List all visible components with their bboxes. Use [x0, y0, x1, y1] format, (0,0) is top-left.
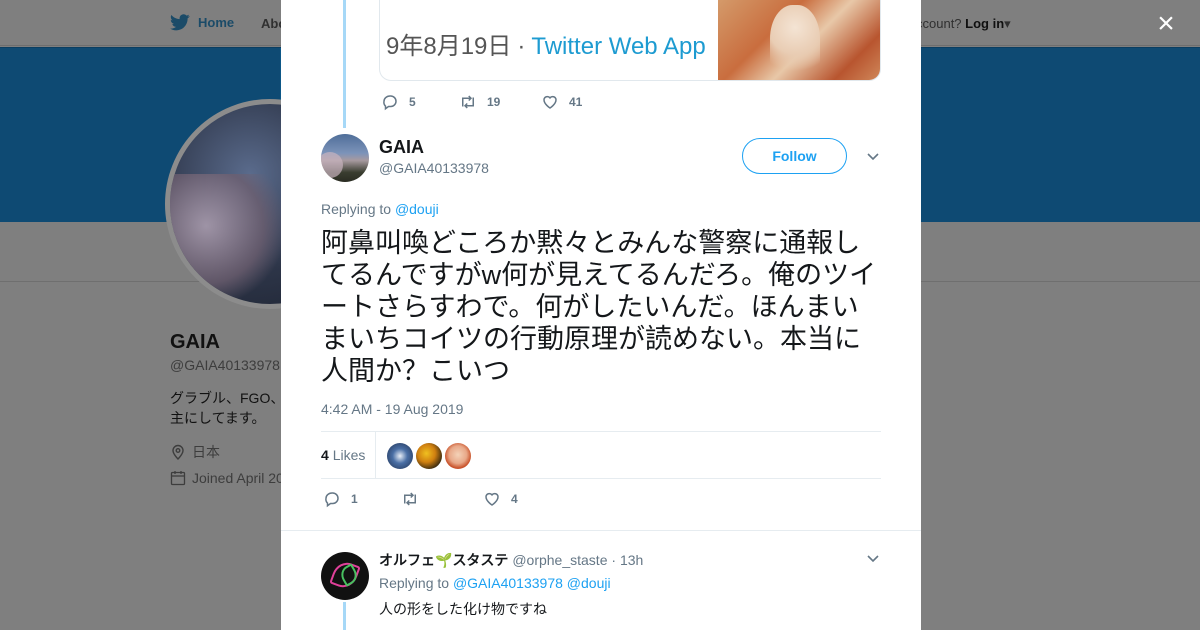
retweet-count: 19 — [487, 95, 501, 109]
retweet-icon — [404, 492, 416, 506]
reply-author-handle[interactable]: @orphe_staste — [512, 552, 607, 568]
reply-count: 1 — [351, 492, 358, 506]
likes-stat[interactable]: 4 Likes — [321, 447, 365, 463]
heart-icon — [543, 95, 557, 109]
replying-to-link[interactable]: @GAIA40133978 — [453, 575, 563, 591]
profile-location: 日本 — [170, 442, 220, 462]
likes-stat-count: 4 — [321, 447, 329, 463]
like-button[interactable]: 4 — [483, 490, 518, 508]
quoted-tweet-separator: · — [517, 33, 526, 60]
profile-joined: Joined April 20 — [170, 470, 284, 486]
reply-button[interactable]: 1 — [323, 490, 401, 508]
profile-bio: グラブル、FGO、 主にしてます。 — [170, 388, 285, 428]
follow-button[interactable]: Follow — [742, 138, 847, 174]
reply-time-separator: · — [611, 552, 617, 568]
retweet-button[interactable]: 19 — [459, 93, 541, 111]
reply-author-name-part: オルフェ — [379, 552, 435, 568]
tweet-author-handle[interactable]: @GAIA40133978 — [379, 160, 489, 176]
replying-to-prefix: Replying to — [321, 201, 392, 217]
thread-connector — [343, 0, 346, 128]
reply-divider — [281, 530, 921, 531]
like-count: 4 — [511, 492, 518, 506]
quoted-tweet-date: 9年8月19日 — [386, 33, 512, 60]
profile-bio-line: 主にしてます。 — [170, 410, 266, 426]
quoted-tweet-image[interactable] — [718, 0, 880, 80]
retweet-button[interactable] — [401, 490, 483, 508]
tweet-modal: 9年8月19日 · Twitter Web App 5 19 41 GAIA @GA… — [281, 0, 921, 630]
replying-to-link[interactable]: @douji — [395, 201, 439, 217]
reply-header: オルフェ🌱スタステ @orphe_staste · 13h — [379, 550, 643, 570]
quoted-tweet-card[interactable]: 9年8月19日 · Twitter Web App — [379, 0, 881, 81]
reply-button[interactable]: 5 — [381, 93, 459, 111]
sprout-icon: 🌱 — [435, 552, 453, 568]
reply-text: 人の形をした化け物ですね — [379, 601, 547, 617]
tweet-author-avatar[interactable] — [321, 134, 369, 182]
login-link[interactable]: Log in — [965, 16, 1004, 31]
profile-name: GAIA — [170, 331, 220, 353]
previous-tweet-actions: 5 19 41 — [381, 93, 582, 111]
retweet-icon — [462, 95, 474, 109]
close-modal-button[interactable]: × — [1152, 9, 1180, 39]
profile-joined-text: Joined April 20 — [192, 470, 284, 486]
reply-author-name[interactable]: オルフェ🌱スタステ — [379, 552, 508, 568]
stats-divider — [375, 432, 376, 478]
chevron-down-icon[interactable] — [865, 148, 881, 164]
profile-location-text: 日本 — [192, 444, 220, 460]
reply-author-avatar[interactable] — [321, 552, 369, 600]
replying-to: Replying to @douji — [321, 201, 439, 217]
tweet-stats: 4 Likes — [321, 431, 881, 479]
twitter-bird-icon — [170, 14, 190, 31]
quoted-tweet-app: Twitter Web App — [531, 33, 706, 60]
liker-avatar[interactable] — [445, 443, 471, 469]
quoted-tweet-meta: 9年8月19日 · Twitter Web App — [386, 26, 706, 61]
login-caret-icon: ▾ — [1004, 16, 1011, 31]
replying-to-prefix: Replying to — [379, 575, 450, 591]
profile-bio-line: グラブル、FGO、 — [170, 390, 285, 406]
reply-author-name-part: スタステ — [452, 552, 509, 568]
reply-count: 5 — [409, 95, 416, 109]
likes-stat-label: Likes — [332, 447, 366, 463]
tweet-timestamp[interactable]: 4:42 AM - 19 Aug 2019 — [321, 401, 463, 417]
tweet-actions: 1 4 — [323, 490, 518, 508]
replying-to-link[interactable]: @douji — [567, 575, 611, 591]
heart-icon — [485, 492, 499, 506]
reply-icon — [325, 492, 339, 508]
location-pin-icon — [172, 444, 184, 460]
like-count: 41 — [569, 95, 583, 109]
nav-home-link[interactable]: Home — [170, 14, 234, 31]
liker-avatar[interactable] — [416, 443, 442, 469]
tweet-text: 阿鼻叫喚どころか黙々とみんな警察に通報してるんですがw何が見えてるんだろ。俺のツ… — [321, 228, 877, 386]
login-prompt: ccount? Log in▾ — [916, 16, 1011, 32]
reply-replying-to: Replying to @GAIA40133978 @douji — [379, 575, 611, 591]
reply-icon — [383, 95, 397, 111]
login-prompt-text: ccount? — [916, 16, 962, 31]
profile-handle: @GAIA40133978 — [170, 357, 280, 373]
calendar-icon — [170, 471, 186, 486]
tweet-author-name[interactable]: GAIA — [379, 137, 424, 158]
chevron-down-icon[interactable] — [865, 550, 881, 566]
thread-connector — [343, 602, 346, 630]
like-button[interactable]: 41 — [541, 93, 582, 111]
reply-time[interactable]: 13h — [620, 552, 643, 568]
nav-home-label: Home — [198, 15, 235, 30]
liker-avatar[interactable] — [387, 443, 413, 469]
